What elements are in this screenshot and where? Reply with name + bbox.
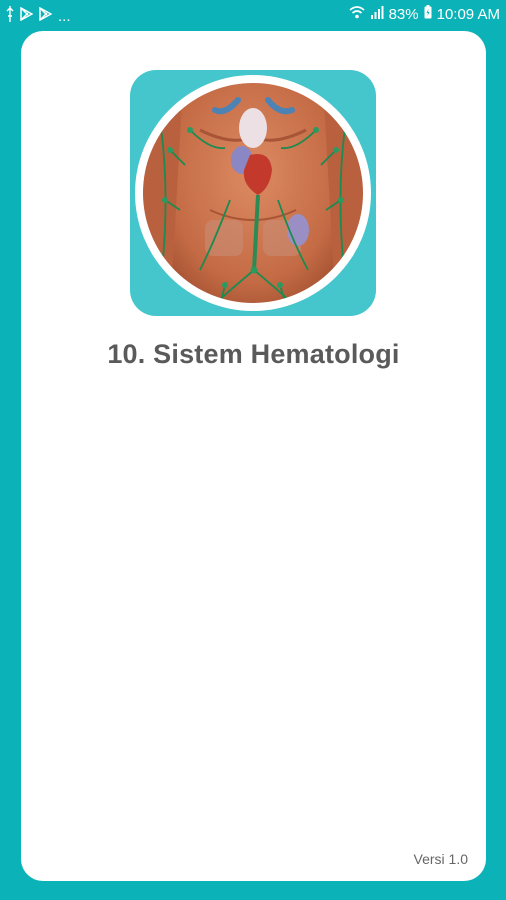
usb-icon [6, 6, 14, 26]
battery-icon [424, 5, 432, 23]
overflow-indicator: ... [58, 7, 71, 25]
app-title: 10. Sistem Hematologi [107, 339, 400, 369]
app-logo [130, 70, 376, 316]
circulatory-system-anatomy-icon [135, 75, 371, 311]
play-store-icon [20, 6, 34, 25]
wifi-icon [349, 5, 365, 23]
status-bar: ... 83% 10:09 AM [0, 0, 506, 30]
battery-percent: 83% [388, 5, 419, 23]
clock: 10:09 AM [436, 5, 500, 23]
status-bar-system: 83% 10:09 AM [349, 5, 500, 23]
status-bar-notifications: ... [6, 6, 71, 26]
splash-card: 10. Sistem Hematologi Versi 1.0 [21, 31, 486, 881]
play-store-icon [39, 6, 53, 25]
signal-icon [370, 5, 384, 23]
version-label: Versi 1.0 [413, 851, 468, 867]
